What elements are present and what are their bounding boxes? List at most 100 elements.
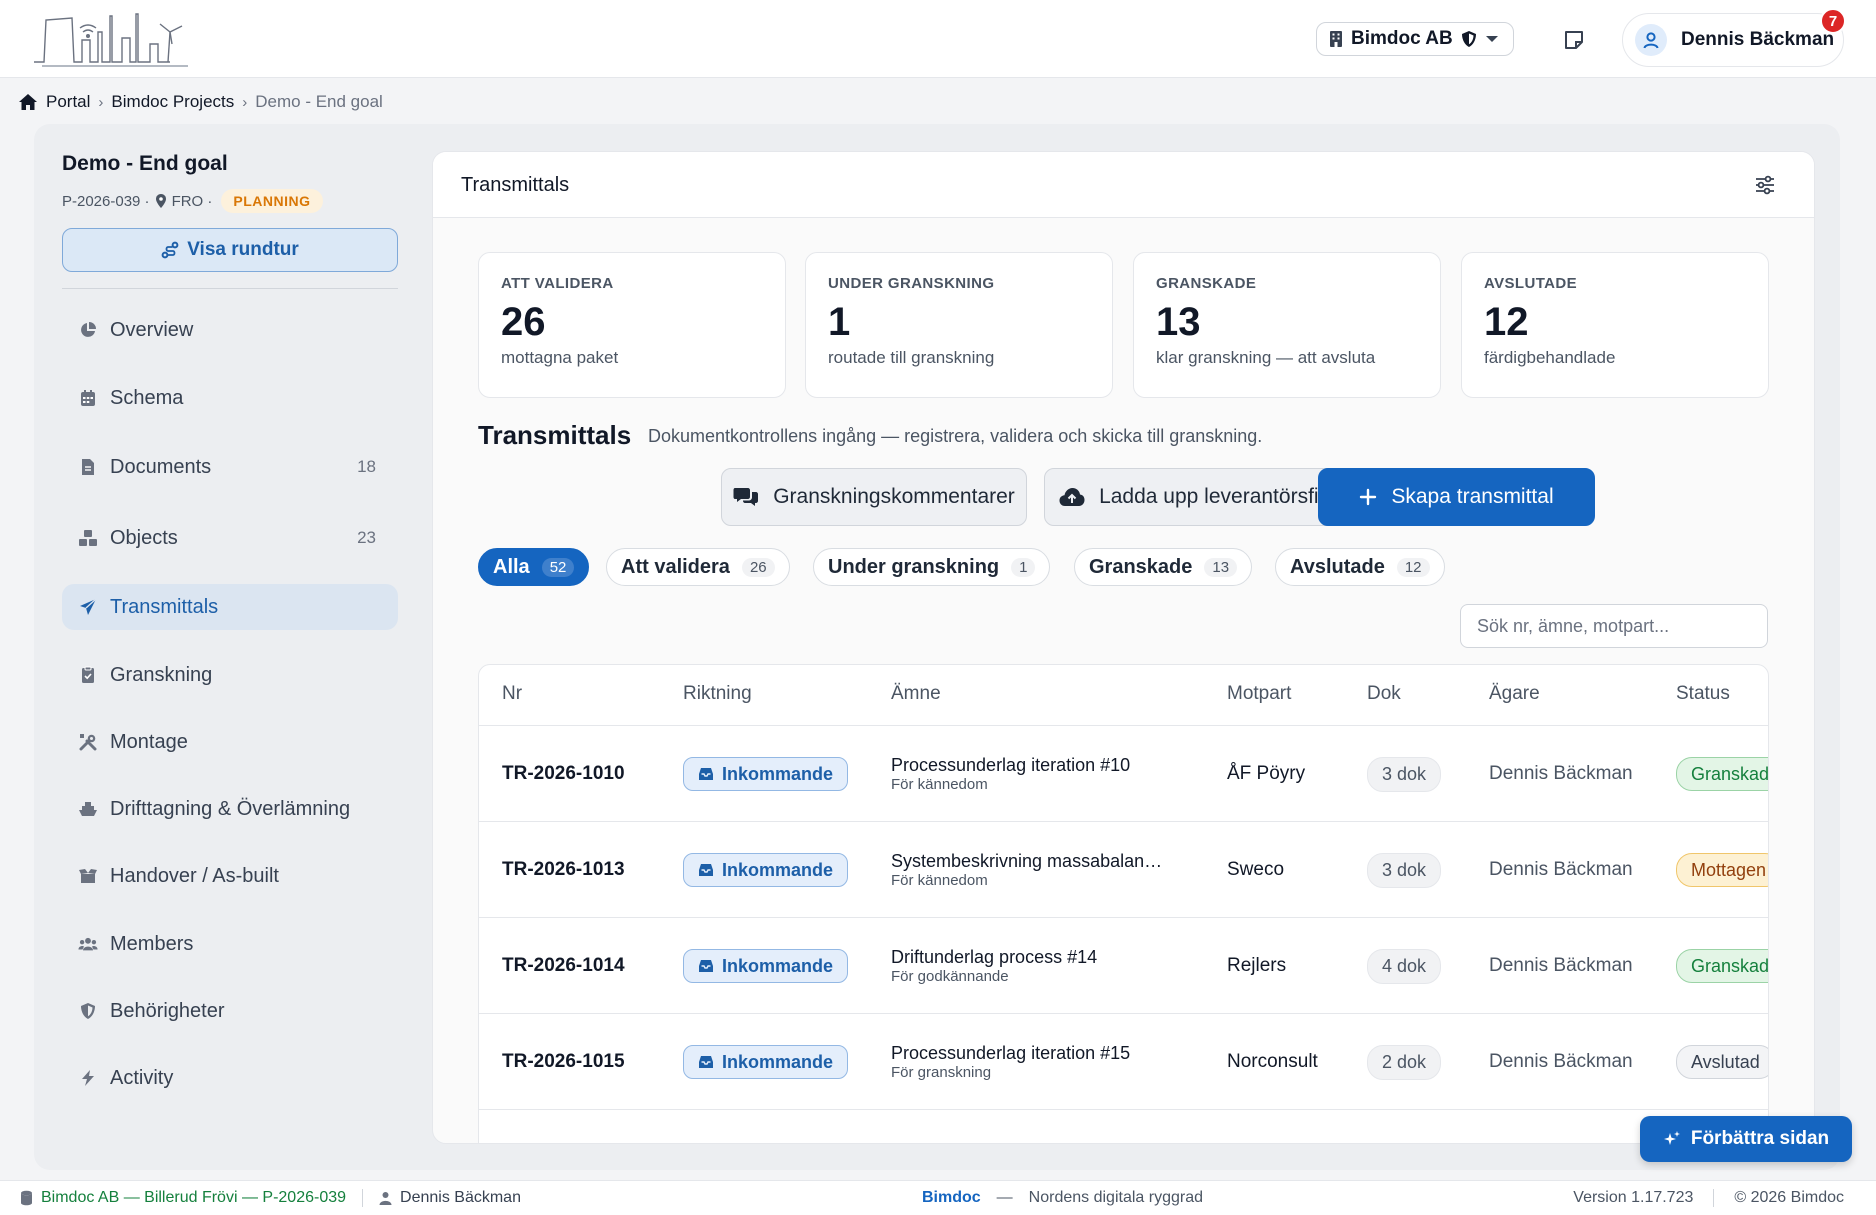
shield-icon [1461, 31, 1476, 47]
sidebar-item-drifttagning[interactable]: Drifttagning & Överlämning [62, 786, 398, 832]
row-nr[interactable]: TR-2026-1014 [502, 918, 625, 1014]
transmittals-table: Nr Riktning Ämne Motpart Dok Ägare Statu… [478, 664, 1769, 1143]
building-icon [1330, 31, 1342, 47]
column-header-riktning[interactable]: Riktning [683, 683, 752, 705]
sidebar-item-behorigheter[interactable]: Behörigheter [62, 988, 398, 1034]
docs-badge: 3 dok [1367, 852, 1442, 888]
project-meta: P-2026-039 · FRO · PLANNING [62, 188, 323, 214]
sidebar-item-handover[interactable]: Handover / As-built [62, 853, 398, 899]
column-header-motpart[interactable]: Motpart [1227, 683, 1291, 705]
sidebar-item-label: Montage [110, 730, 188, 753]
chip-count: 1 [1011, 557, 1036, 577]
improve-page-button[interactable]: Förbättra sidan [1640, 1116, 1852, 1162]
sidebar-item-transmittals[interactable]: Transmittals [62, 584, 398, 630]
stat-card-under-granskning[interactable]: UNDER GRANSKNING 1 routade till granskni… [805, 252, 1113, 398]
divider [1713, 1189, 1715, 1207]
row-status: Granskad [1676, 726, 1768, 822]
calendar-icon [78, 388, 98, 408]
table-row[interactable]: TR-2026-1015 Inkommande Processunderlag … [479, 1014, 1768, 1110]
row-docs: 3 dok [1367, 822, 1442, 918]
stat-desc: färdigbehandlade [1484, 348, 1616, 367]
sidebar-item-objects[interactable]: Objects 23 [62, 515, 398, 561]
column-header-status[interactable]: Status [1676, 683, 1730, 705]
tour-button[interactable]: Visa rundtur [62, 228, 398, 272]
create-transmittal-button[interactable]: Skapa transmittal [1318, 468, 1595, 526]
sidebar-item-label: Granskning [110, 663, 213, 686]
stat-card-avslutade[interactable]: AVSLUTADE 12 färdigbehandlade [1461, 252, 1769, 398]
divider [62, 288, 398, 289]
stat-label: ATT VALIDERA [501, 275, 614, 292]
search-input[interactable] [1460, 604, 1768, 648]
column-header-agare[interactable]: Ägare [1489, 683, 1540, 705]
project-title: Demo - End goal [62, 152, 228, 175]
table-row[interactable]: TR-2026-1010 Inkommande Processunderlag … [479, 726, 1768, 822]
footer-center: Bimdoc — Nordens digitala ryggrad [922, 1189, 1203, 1207]
stat-desc: mottagna paket [501, 348, 619, 367]
sidebar-item-montage[interactable]: Montage [62, 719, 398, 765]
section-description: Dokumentkontrollens ingång — registrera,… [648, 426, 1263, 446]
upload-supplier-files-label: Ladda upp leverantörsfiler [1099, 485, 1342, 508]
row-party: ÅF Pöyry [1227, 763, 1306, 784]
row-direction: Inkommande [683, 822, 849, 918]
chip-label: Avslutade [1290, 555, 1385, 578]
sidebar-item-granskning[interactable]: Granskning [62, 652, 398, 698]
status-badge: Mottagen [1676, 853, 1768, 887]
status-badge: Avslutad [1676, 1045, 1768, 1079]
subject-purpose: För granskning [891, 1064, 992, 1081]
footer-project[interactable]: Bimdoc AB — Billerud Frövi — P-2026-039 [41, 1189, 346, 1207]
subject-title: Processunderlag iteration #10 [891, 755, 1131, 775]
row-nr[interactable]: TR-2026-1010 [502, 726, 625, 822]
user-menu[interactable]: Dennis Bäckman [1622, 13, 1844, 67]
notes-button[interactable] [1560, 26, 1588, 54]
chip-count: 26 [741, 557, 775, 577]
filter-chip-alla[interactable]: Alla 52 [478, 548, 590, 586]
stat-card-granskade[interactable]: GRANSKADE 13 klar granskning — att avslu… [1133, 252, 1441, 398]
breadcrumb: Portal › Bimdoc Projects › Demo - End go… [18, 90, 383, 114]
row-owner: Dennis Bäckman [1489, 955, 1633, 976]
notification-badge[interactable]: 7 [1820, 8, 1846, 34]
chip-label: Alla [493, 555, 530, 578]
breadcrumb-projects[interactable]: Bimdoc Projects [111, 92, 234, 112]
sidebar-item-activity[interactable]: Activity [62, 1055, 398, 1101]
table-row[interactable] [479, 1110, 1768, 1143]
row-nr[interactable]: TR-2026-1013 [502, 822, 625, 918]
status-badge: Granskad [1676, 757, 1768, 791]
subject-purpose: För kännedom [891, 776, 988, 793]
sidebar-item-overview[interactable]: Overview [62, 307, 398, 353]
breadcrumb-portal[interactable]: Portal [46, 92, 90, 112]
sidebar-item-label: Members [110, 932, 194, 955]
tour-button-label: Visa rundtur [187, 239, 299, 260]
filter-chip-avslutade[interactable]: Avslutade 12 [1275, 548, 1445, 586]
sidebar-item-members[interactable]: Members [62, 921, 398, 967]
column-header-amne[interactable]: Ämne [891, 683, 941, 705]
row-status: Granskad [1676, 918, 1768, 1014]
stat-value: 12 [1484, 300, 1529, 344]
home-icon[interactable] [18, 93, 38, 111]
column-header-dok[interactable]: Dok [1367, 683, 1401, 705]
stat-card-att-validera[interactable]: ATT VALIDERA 26 mottagna paket [478, 252, 786, 398]
sliders-icon[interactable] [1754, 174, 1776, 196]
table-row[interactable]: TR-2026-1013 Inkommande Systembeskrivnin… [479, 822, 1768, 918]
review-comments-button[interactable]: Granskningskommentarer [721, 468, 1027, 526]
chevron-down-icon [1485, 36, 1498, 42]
filter-chip-att-validera[interactable]: Att validera 26 [606, 548, 790, 586]
docs-badge: 3 dok [1367, 756, 1442, 792]
sidebar-item-schema[interactable]: Schema [62, 375, 398, 421]
company-name: Bimdoc AB [1351, 28, 1453, 49]
sidebar-item-documents[interactable]: Documents 18 [62, 444, 398, 490]
sparkles-icon [1663, 1131, 1680, 1145]
footer-brand[interactable]: Bimdoc [922, 1189, 981, 1207]
chart-pie-icon [78, 320, 98, 340]
company-selector[interactable]: Bimdoc AB [1316, 22, 1514, 56]
column-header-nr[interactable]: Nr [502, 683, 522, 705]
filter-chip-under-granskning[interactable]: Under granskning 1 [813, 548, 1051, 586]
direction-label: Inkommande [722, 955, 834, 976]
table-row[interactable]: TR-2026-1014 Inkommande Driftunderlag pr… [479, 918, 1768, 1014]
city-skyline-logo[interactable] [32, 10, 188, 68]
stat-desc: routade till granskning [828, 348, 995, 367]
row-nr[interactable]: TR-2026-1015 [502, 1014, 625, 1110]
objects-count: 23 [357, 528, 376, 547]
panel-title: Transmittals [461, 174, 570, 196]
upload-supplier-files-button[interactable]: Ladda upp leverantörsfiler [1044, 468, 1357, 526]
filter-chip-granskade[interactable]: Granskade 13 [1074, 548, 1253, 586]
